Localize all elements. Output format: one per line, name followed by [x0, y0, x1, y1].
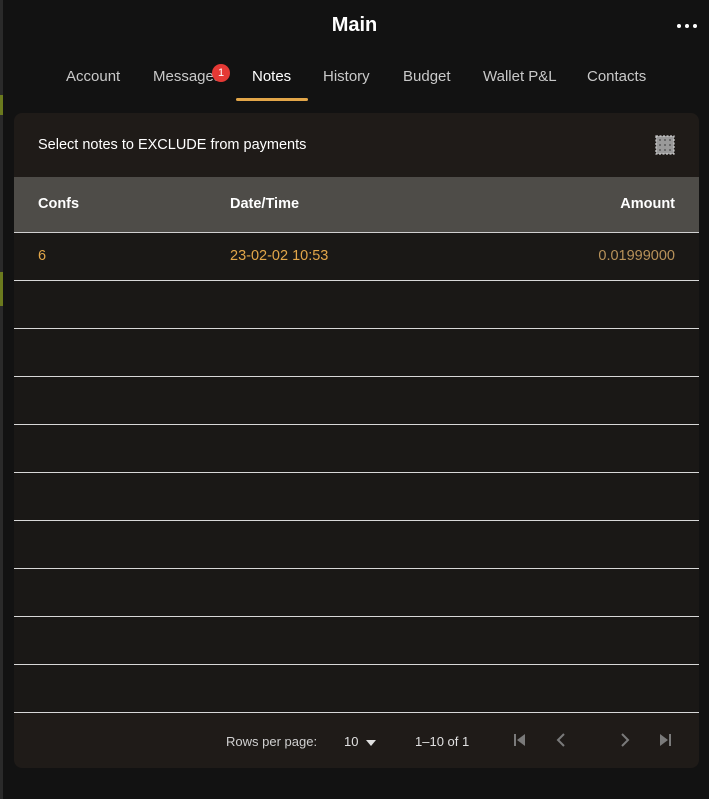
- cell-confs: 6: [38, 248, 47, 264]
- messages-badge: 1: [212, 64, 230, 82]
- card-title: Select notes to EXCLUDE from payments: [38, 137, 307, 153]
- cell-amount: 0.01999000: [598, 248, 675, 264]
- table-pagination: Rows per page: 10 1–10 of 1: [14, 713, 699, 768]
- tab-budget[interactable]: Budget: [403, 56, 451, 102]
- empty-table-row: [14, 665, 699, 713]
- empty-table-row: [14, 377, 699, 425]
- empty-table-row: [14, 473, 699, 521]
- empty-table-row: [14, 617, 699, 665]
- active-tab-indicator: [236, 98, 308, 101]
- tab-messages[interactable]: Messages: [153, 56, 221, 102]
- more-horizontal-icon[interactable]: [675, 14, 699, 38]
- background-highlight: [0, 272, 3, 306]
- caret-down-icon: [366, 739, 377, 746]
- rows-per-page-select[interactable]: 10: [344, 734, 377, 749]
- empty-table-row: [14, 281, 699, 329]
- tab-history[interactable]: History: [323, 56, 370, 102]
- background-window-edge: [0, 0, 3, 799]
- empty-table-row: [14, 329, 699, 377]
- empty-table-row: [14, 425, 699, 473]
- page-title: Main: [331, 14, 378, 36]
- tab-account[interactable]: Account: [66, 56, 120, 102]
- table-row[interactable]: 6 23-02-02 10:53 0.01999000: [14, 233, 699, 281]
- column-header-datetime[interactable]: Date/Time: [230, 177, 299, 232]
- empty-table-row: [14, 521, 699, 569]
- tab-notes[interactable]: Notes: [252, 56, 291, 102]
- first-page-icon[interactable]: [510, 730, 530, 750]
- column-header-amount[interactable]: Amount: [620, 177, 675, 232]
- table-header: Confs Date/Time Amount: [14, 177, 699, 233]
- checkbox-grid-icon[interactable]: [655, 135, 675, 155]
- pagination-range: 1–10 of 1: [415, 734, 470, 749]
- empty-table-row: [14, 569, 699, 617]
- notes-card: Select notes to EXCLUDE from payments Co…: [14, 113, 699, 768]
- last-page-icon[interactable]: [655, 730, 675, 750]
- next-page-icon[interactable]: [615, 730, 635, 750]
- cell-datetime: 23-02-02 10:53: [230, 248, 329, 264]
- rows-per-page-value: 10: [344, 734, 359, 749]
- tab-bar: Account Messages Notes History Budget Wa…: [0, 56, 709, 102]
- tab-wallet-pnl[interactable]: Wallet P&L: [483, 56, 557, 102]
- column-header-confs[interactable]: Confs: [38, 177, 79, 232]
- previous-page-icon[interactable]: [551, 730, 571, 750]
- tab-contacts[interactable]: Contacts: [587, 56, 646, 102]
- rows-per-page-label: Rows per page:: [226, 734, 318, 749]
